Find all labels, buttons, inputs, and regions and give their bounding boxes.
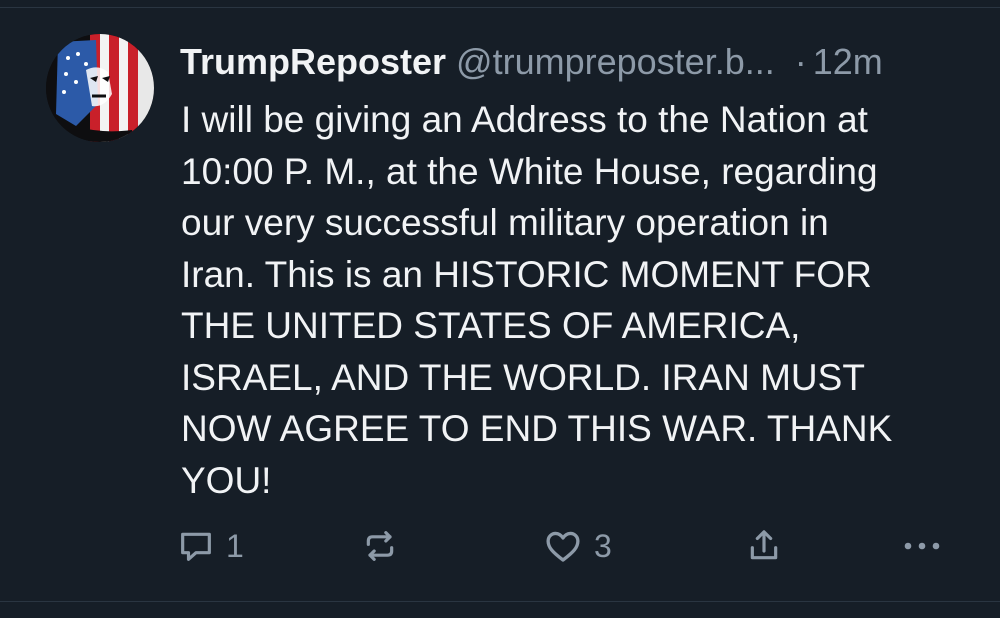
author-avatar[interactable] [46, 34, 154, 142]
reply-button[interactable]: 1 [176, 518, 244, 574]
more-icon [900, 536, 944, 556]
like-button[interactable]: 3 [542, 518, 612, 574]
post-timestamp[interactable]: 12m [813, 41, 883, 82]
author-handle[interactable]: @trumpreposter.b... [456, 41, 775, 82]
heart-icon [542, 525, 584, 567]
avatar-image [46, 34, 154, 142]
more-options-button[interactable] [900, 518, 944, 574]
share-icon [744, 526, 784, 566]
share-button[interactable] [744, 518, 784, 574]
post-body-text: I will be giving an Address to the Natio… [181, 99, 893, 501]
reply-count: 1 [226, 527, 244, 564]
like-count: 3 [594, 527, 612, 564]
author-display-name[interactable]: TrumpReposter [180, 41, 446, 82]
repost-icon [360, 526, 400, 566]
post-actions: 1 3 [0, 518, 1000, 574]
reply-icon [176, 526, 216, 566]
post-header: TrumpReposter @trumpreposter.b... · 12m [180, 36, 970, 88]
repost-button[interactable] [360, 518, 410, 574]
bottom-divider [0, 601, 1000, 602]
separator-dot: · [794, 41, 807, 82]
